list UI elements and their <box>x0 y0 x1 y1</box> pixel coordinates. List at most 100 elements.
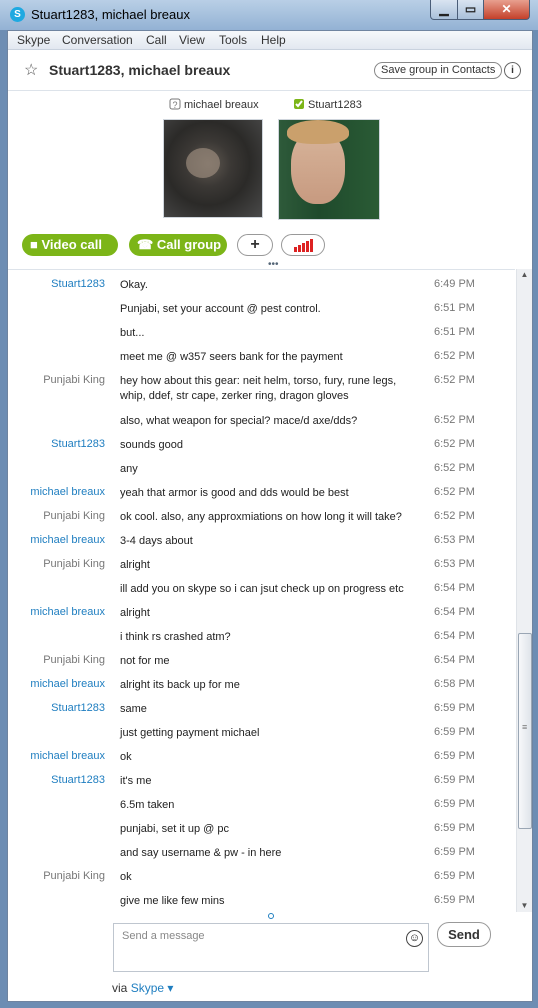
message-text: same <box>120 703 147 715</box>
message-text: punjabi, set it up @ pc <box>120 823 230 835</box>
maximize-button[interactable]: ▭ <box>457 0 484 20</box>
message-input[interactable]: Send a message ☺ <box>113 923 429 972</box>
minimize-button[interactable]: ▁ <box>430 0 458 20</box>
call-quality-icon <box>294 239 313 252</box>
message-time: 6:59 PM <box>434 846 475 858</box>
chat-scrollbar[interactable]: ▲ ≡ ▼ <box>516 269 532 912</box>
conversation-title: Stuart1283, michael breaux <box>49 62 231 78</box>
menu-conversation[interactable]: Conversation <box>62 33 133 47</box>
via-skype-dropdown[interactable]: Skype ▾ <box>131 981 174 995</box>
message-sender[interactable]: michael breaux <box>5 750 105 762</box>
add-people-button[interactable]: + <box>237 234 273 256</box>
message-time: 6:59 PM <box>434 822 475 834</box>
star-icon[interactable]: ☆ <box>24 60 38 80</box>
send-button[interactable]: Send <box>437 922 491 947</box>
message-time: 6:54 PM <box>434 606 475 618</box>
message-sender[interactable]: Stuart1283 <box>5 438 105 450</box>
video-call-label: Video call <box>41 237 102 252</box>
window-titlebar: S Stuart1283, michael breaux ▁ ▭ ✕ <box>0 0 538 30</box>
message-time: 6:59 PM <box>434 798 475 810</box>
save-group-button[interactable]: Save group in Contacts <box>374 62 503 79</box>
call-group-label: Call group <box>156 237 222 252</box>
svg-text:?: ? <box>173 100 178 110</box>
message-text: alright <box>120 559 150 571</box>
message-text: and say username & pw - in here <box>120 847 282 859</box>
message-sender[interactable]: Punjabi King <box>5 374 105 386</box>
close-button[interactable]: ✕ <box>483 0 530 20</box>
message-time: 6:59 PM <box>434 750 475 762</box>
message-sender[interactable]: Punjabi King <box>5 870 105 882</box>
message-time: 6:52 PM <box>434 510 475 522</box>
skype-icon: S <box>10 7 25 22</box>
message-text: yeah that armor is good and dds would be… <box>120 487 349 499</box>
message-sender[interactable]: michael breaux <box>5 486 105 498</box>
message-time: 6:54 PM <box>434 630 475 642</box>
emoticon-icon[interactable]: ☺ <box>406 930 423 947</box>
message-time: 6:53 PM <box>434 534 475 546</box>
message-text: but... <box>120 327 145 339</box>
message-sender[interactable]: michael breaux <box>5 606 105 618</box>
call-group-button[interactable]: ☎ Call group <box>129 234 227 256</box>
menu-view[interactable]: View <box>179 33 205 47</box>
message-time: 6:51 PM <box>434 302 475 314</box>
menu-bar: Skype Conversation Call View Tools Help <box>8 31 532 50</box>
online-check-icon <box>293 98 305 110</box>
call-quality-button[interactable] <box>281 234 325 256</box>
message-sender[interactable]: Punjabi King <box>5 558 105 570</box>
message-sender[interactable]: michael breaux <box>5 678 105 690</box>
participant-michael: ? michael breaux <box>169 98 259 111</box>
typing-indicator-icon <box>268 913 274 919</box>
message-text: sounds good <box>120 439 183 451</box>
message-text: 3-4 days about <box>120 535 193 547</box>
chat-history: Stuart1283 Okay. 6:49 PM Punjabi, set your … <box>8 269 515 913</box>
scroll-down-arrow-icon[interactable]: ▼ <box>517 900 532 912</box>
message-time: 6:49 PM <box>434 278 475 290</box>
message-text: Punjabi, set your account @ pest control… <box>120 303 321 315</box>
message-text: just getting payment michael <box>120 727 260 739</box>
message-time: 6:58 PM <box>434 678 475 690</box>
message-sender[interactable]: Stuart1283 <box>5 774 105 786</box>
conversation-window: Skype Conversation Call View Tools Help … <box>7 30 533 1002</box>
phone-icon: ☎ <box>137 237 154 252</box>
menu-skype[interactable]: Skype <box>17 33 50 47</box>
message-text: also, what weapon for special? mace/d ax… <box>120 415 358 427</box>
menu-tools[interactable]: Tools <box>219 33 247 47</box>
scroll-thumb[interactable]: ≡ <box>518 633 532 829</box>
menu-call[interactable]: Call <box>146 33 167 47</box>
message-sender[interactable]: Stuart1283 <box>5 278 105 290</box>
message-sender[interactable]: Stuart1283 <box>5 702 105 714</box>
message-text: Okay. <box>120 279 148 291</box>
video-michael-breaux[interactable] <box>163 119 263 218</box>
via-label: via <box>112 981 128 995</box>
scroll-up-arrow-icon[interactable]: ▲ <box>517 269 532 281</box>
message-time: 6:59 PM <box>434 702 475 714</box>
message-text: ill add you on skype so i can jsut check… <box>120 583 404 595</box>
message-text: meet me @ w357 seers bank for the paymen… <box>120 351 343 363</box>
menu-help[interactable]: Help <box>261 33 286 47</box>
message-sender[interactable]: Punjabi King <box>5 654 105 666</box>
message-text: ok cool. also, any approxmiations on how… <box>120 511 402 523</box>
send-via: via Skype ▾ <box>112 981 173 995</box>
video-stuart1283[interactable] <box>278 119 380 220</box>
message-text: alright <box>120 607 150 619</box>
message-time: 6:52 PM <box>434 462 475 474</box>
message-time: 6:52 PM <box>434 374 475 386</box>
video-call-button[interactable]: ■ Video call <box>22 234 118 256</box>
hair-shape <box>287 120 349 144</box>
face-shape <box>186 148 220 178</box>
message-text: i think rs crashed atm? <box>120 631 231 643</box>
message-time: 6:52 PM <box>434 486 475 498</box>
message-text: it's me <box>120 775 152 787</box>
message-text: ok <box>120 751 132 763</box>
window-title: Stuart1283, michael breaux <box>31 7 190 22</box>
participant-name: Stuart1283 <box>308 99 362 111</box>
message-sender[interactable]: michael breaux <box>5 534 105 546</box>
message-time: 6:52 PM <box>434 350 475 362</box>
participant-name: michael breaux <box>184 99 259 111</box>
message-time: 6:59 PM <box>434 774 475 786</box>
message-text: give me like few mins <box>120 895 225 907</box>
message-text: hey how about this gear: neit helm, tors… <box>120 375 397 402</box>
message-sender[interactable]: Punjabi King <box>5 510 105 522</box>
message-time: 6:59 PM <box>434 870 475 882</box>
info-icon[interactable]: i <box>504 62 521 79</box>
